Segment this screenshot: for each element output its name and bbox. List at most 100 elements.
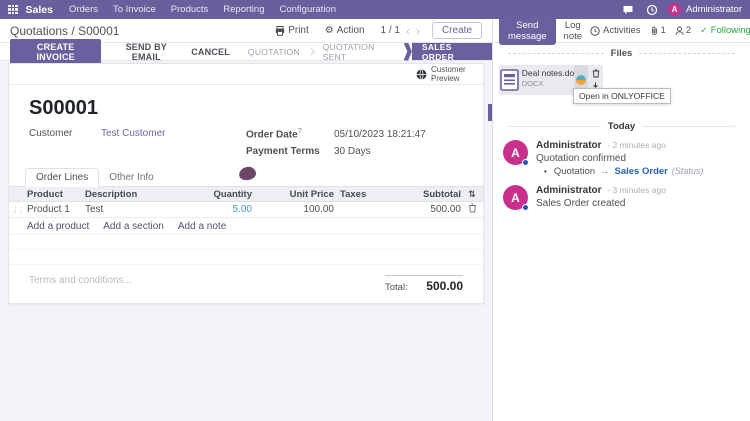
- order-lines-table: Product Description Quantity Unit Price …: [9, 187, 483, 265]
- terms-and-conditions-input[interactable]: Terms and conditions...: [29, 275, 132, 293]
- attachments-counter[interactable]: 1: [650, 25, 666, 36]
- cell-subtotal: 500.00: [395, 204, 461, 215]
- onlyoffice-tooltip: Open in ONLYOFFICE: [573, 88, 671, 104]
- messages-icon[interactable]: [622, 4, 634, 16]
- delete-attachment-button[interactable]: [592, 69, 600, 78]
- tracking-field-name: (Status): [672, 166, 704, 176]
- payment-terms-field-label: Payment Terms: [246, 146, 334, 157]
- tracking-new-value[interactable]: Sales Order: [615, 166, 668, 177]
- printer-icon: [275, 26, 285, 36]
- payment-terms-field-value[interactable]: 30 Days: [334, 146, 371, 157]
- pager-counter: 1 / 1: [381, 25, 400, 36]
- add-links-row: Add a product Add a section Add a note: [9, 218, 483, 235]
- add-a-section-link[interactable]: Add a section: [103, 221, 164, 232]
- globe-icon: [416, 69, 427, 80]
- user-name[interactable]: Administrator: [686, 4, 742, 15]
- cell-unit-price[interactable]: 100.00: [252, 204, 334, 215]
- step-sales-order[interactable]: SALES ORDER: [412, 43, 492, 60]
- chatter-header: Send message Log note Activities 1 2 ✓ F…: [493, 19, 750, 43]
- total-value: 500.00: [426, 279, 463, 293]
- message-avatar[interactable]: A: [503, 185, 528, 210]
- breadcrumb: Quotations / S00001: [10, 24, 119, 38]
- files-section-header: Files: [501, 48, 742, 59]
- message-author[interactable]: Administrator: [536, 140, 602, 151]
- cell-description[interactable]: Test: [85, 204, 180, 215]
- drag-handle-icon[interactable]: ⋮⋮: [9, 206, 27, 214]
- cancel-button[interactable]: CANCEL: [191, 47, 230, 57]
- create-button[interactable]: Create: [432, 22, 482, 39]
- user-avatar[interactable]: A: [668, 3, 681, 16]
- nav-item-products[interactable]: Products: [171, 4, 209, 15]
- paperclip-icon: [650, 26, 659, 36]
- activities-button[interactable]: Activities: [590, 25, 640, 36]
- followers-counter[interactable]: 2: [675, 25, 691, 36]
- log-note-button[interactable]: Log note: [556, 17, 590, 45]
- active-step-arrow-icon: [404, 43, 412, 61]
- customer-field-value[interactable]: Test Customer: [101, 128, 165, 139]
- top-navbar: Sales Orders To Invoice Products Reporti…: [0, 0, 750, 19]
- message-author[interactable]: Administrator: [536, 185, 602, 196]
- activities-label: Activities: [603, 25, 640, 36]
- pager-prev-icon[interactable]: ‹: [406, 24, 410, 38]
- message-body: Sales Order created: [536, 198, 666, 209]
- followers-count: 2: [686, 25, 691, 36]
- nav-item-configuration[interactable]: Configuration: [279, 4, 336, 15]
- add-a-product-link[interactable]: Add a product: [27, 221, 89, 232]
- date-divider: Today: [501, 121, 742, 132]
- total-label: Total:: [385, 282, 408, 293]
- customer-preview-button[interactable]: Customer Preview: [416, 65, 473, 83]
- optional-columns-icon[interactable]: ⇅: [468, 189, 476, 199]
- message-timestamp: - 2 minutes ago: [607, 140, 666, 150]
- nav-item-orders[interactable]: Orders: [69, 4, 98, 15]
- print-button[interactable]: Print: [275, 25, 309, 36]
- send-message-button[interactable]: Send message: [499, 16, 556, 45]
- tab-order-lines[interactable]: Order Lines: [25, 168, 99, 187]
- message-avatar[interactable]: A: [503, 140, 528, 165]
- pager-next-icon[interactable]: ›: [416, 24, 420, 38]
- trash-icon: [468, 203, 477, 213]
- tab-other-info[interactable]: Other Info: [99, 169, 163, 186]
- following-label: Following: [711, 25, 750, 36]
- app-name[interactable]: Sales: [26, 4, 53, 16]
- col-taxes: Taxes: [334, 189, 394, 200]
- record-title: S00001: [9, 85, 483, 124]
- cell-quantity[interactable]: 5.00: [180, 204, 252, 215]
- send-by-email-button[interactable]: SEND BY EMAIL: [111, 42, 181, 62]
- main-left-region: Quotations / S00001 Print ⚙ Action 1 / 1…: [0, 19, 492, 421]
- customer-preview-label: Customer Preview: [431, 65, 473, 83]
- col-quantity: Quantity: [180, 189, 252, 200]
- cell-product[interactable]: Product 1: [27, 204, 85, 215]
- arrow-right-icon: →: [600, 166, 610, 177]
- scrollbar-thumb[interactable]: [488, 104, 492, 121]
- tracking-change: • Quotation → Sales Order (Status): [536, 166, 703, 177]
- col-product: Product: [27, 189, 85, 200]
- breadcrumb-parent[interactable]: Quotations: [10, 24, 68, 38]
- step-quotation-sent[interactable]: QUOTATION SENT: [315, 42, 404, 62]
- order-date-field-label: Order Date?: [246, 128, 334, 140]
- activities-clock-icon[interactable]: [646, 4, 658, 16]
- customer-field-label: Customer: [29, 128, 101, 139]
- help-icon: ?: [298, 128, 302, 135]
- delete-row-button[interactable]: [461, 203, 483, 216]
- chatter-panel: Send message Log note Activities 1 2 ✓ F…: [492, 19, 750, 421]
- col-description: Description: [85, 189, 180, 200]
- breadcrumb-separator: /: [71, 24, 74, 38]
- table-row[interactable]: ⋮⋮ Product 1 Test 5.00 100.00 500.00: [9, 202, 483, 218]
- nav-item-reporting[interactable]: Reporting: [223, 4, 264, 15]
- order-date-field-value[interactable]: 05/10/2023 18:21:47: [334, 129, 426, 140]
- preview-bar: Customer Preview: [9, 64, 483, 85]
- nav-item-to-invoice[interactable]: To Invoice: [113, 4, 156, 15]
- apps-menu-icon[interactable]: [8, 5, 18, 15]
- col-unit-price: Unit Price: [252, 189, 334, 200]
- chatter-message: A Administrator - 2 minutes ago Quotatio…: [493, 132, 750, 177]
- presence-dot: [522, 159, 529, 166]
- gear-icon: ⚙: [325, 25, 334, 36]
- following-button[interactable]: ✓ Following: [700, 25, 750, 36]
- action-button[interactable]: ⚙ Action: [325, 25, 365, 36]
- attachment-name[interactable]: Deal notes.docx: [522, 68, 574, 78]
- step-quotation[interactable]: QUOTATION: [240, 47, 308, 57]
- breadcrumb-current: S00001: [78, 24, 119, 38]
- document-thumbnail: [499, 65, 520, 95]
- person-icon: [675, 26, 684, 36]
- add-a-note-link[interactable]: Add a note: [178, 221, 226, 232]
